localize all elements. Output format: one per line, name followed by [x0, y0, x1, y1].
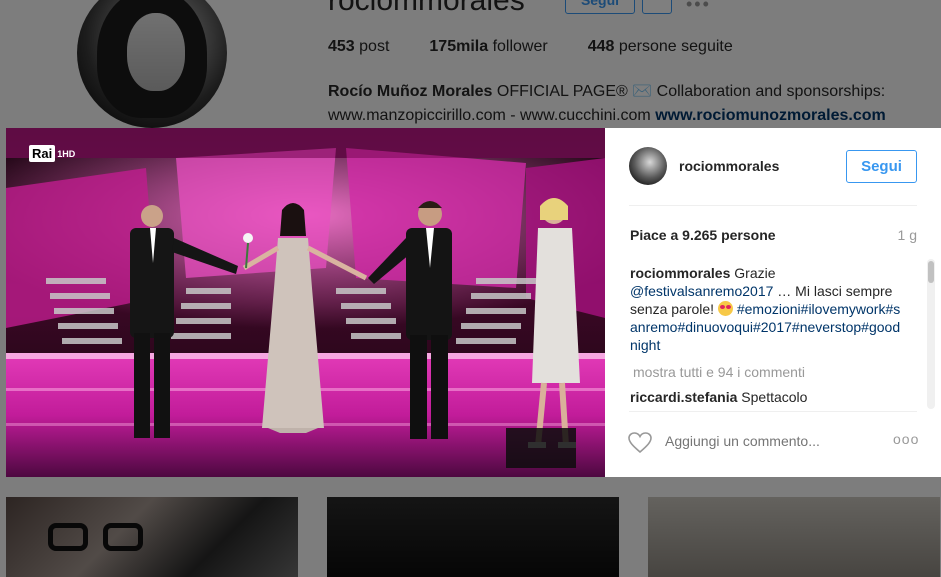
caption: rociommorales Grazie @festivalsanremo201… — [630, 265, 901, 353]
more-options-icon[interactable]: ooo — [893, 431, 919, 447]
post-photo[interactable]: Rai 1HD — [6, 128, 605, 477]
stage-image — [6, 128, 605, 477]
view-all-comments-link[interactable]: mostra tutti e 94 i commenti — [633, 363, 902, 381]
divider — [629, 205, 917, 206]
post-follow-button[interactable]: Segui — [846, 150, 917, 183]
comment-username[interactable]: riccardi.stefania — [630, 389, 737, 405]
caption-mention[interactable]: @festivalsanremo2017 — [630, 283, 773, 299]
divider — [629, 411, 917, 412]
likes-count[interactable]: Piace a 9.265 persone — [630, 227, 776, 243]
caption-username[interactable]: rociommorales — [630, 265, 730, 281]
scrollbar-thumb[interactable] — [928, 261, 934, 283]
post-header: rociommorales — [629, 147, 779, 185]
smiling-heart-eyes-emoji-icon — [717, 301, 733, 316]
post-avatar[interactable] — [629, 147, 667, 185]
post-modal: Rai 1HD rociommorales Segui Piace a 9.26… — [6, 128, 941, 477]
post-username[interactable]: rociommorales — [679, 158, 779, 174]
comment-text: Spettacolo — [741, 389, 808, 405]
post-age[interactable]: 1 g — [898, 227, 917, 243]
add-comment-input[interactable] — [665, 433, 865, 449]
post-sidebar: rociommorales Segui Piace a 9.265 person… — [605, 128, 941, 477]
comments-scrollbar[interactable] — [927, 259, 935, 409]
comment-item: riccardi.stefania Spettacolo — [630, 388, 902, 406]
comments-list: rociommorales Grazie @festivalsanremo201… — [630, 264, 902, 409]
rai-logo: Rai 1HD — [29, 145, 75, 162]
heart-icon[interactable] — [628, 432, 652, 454]
